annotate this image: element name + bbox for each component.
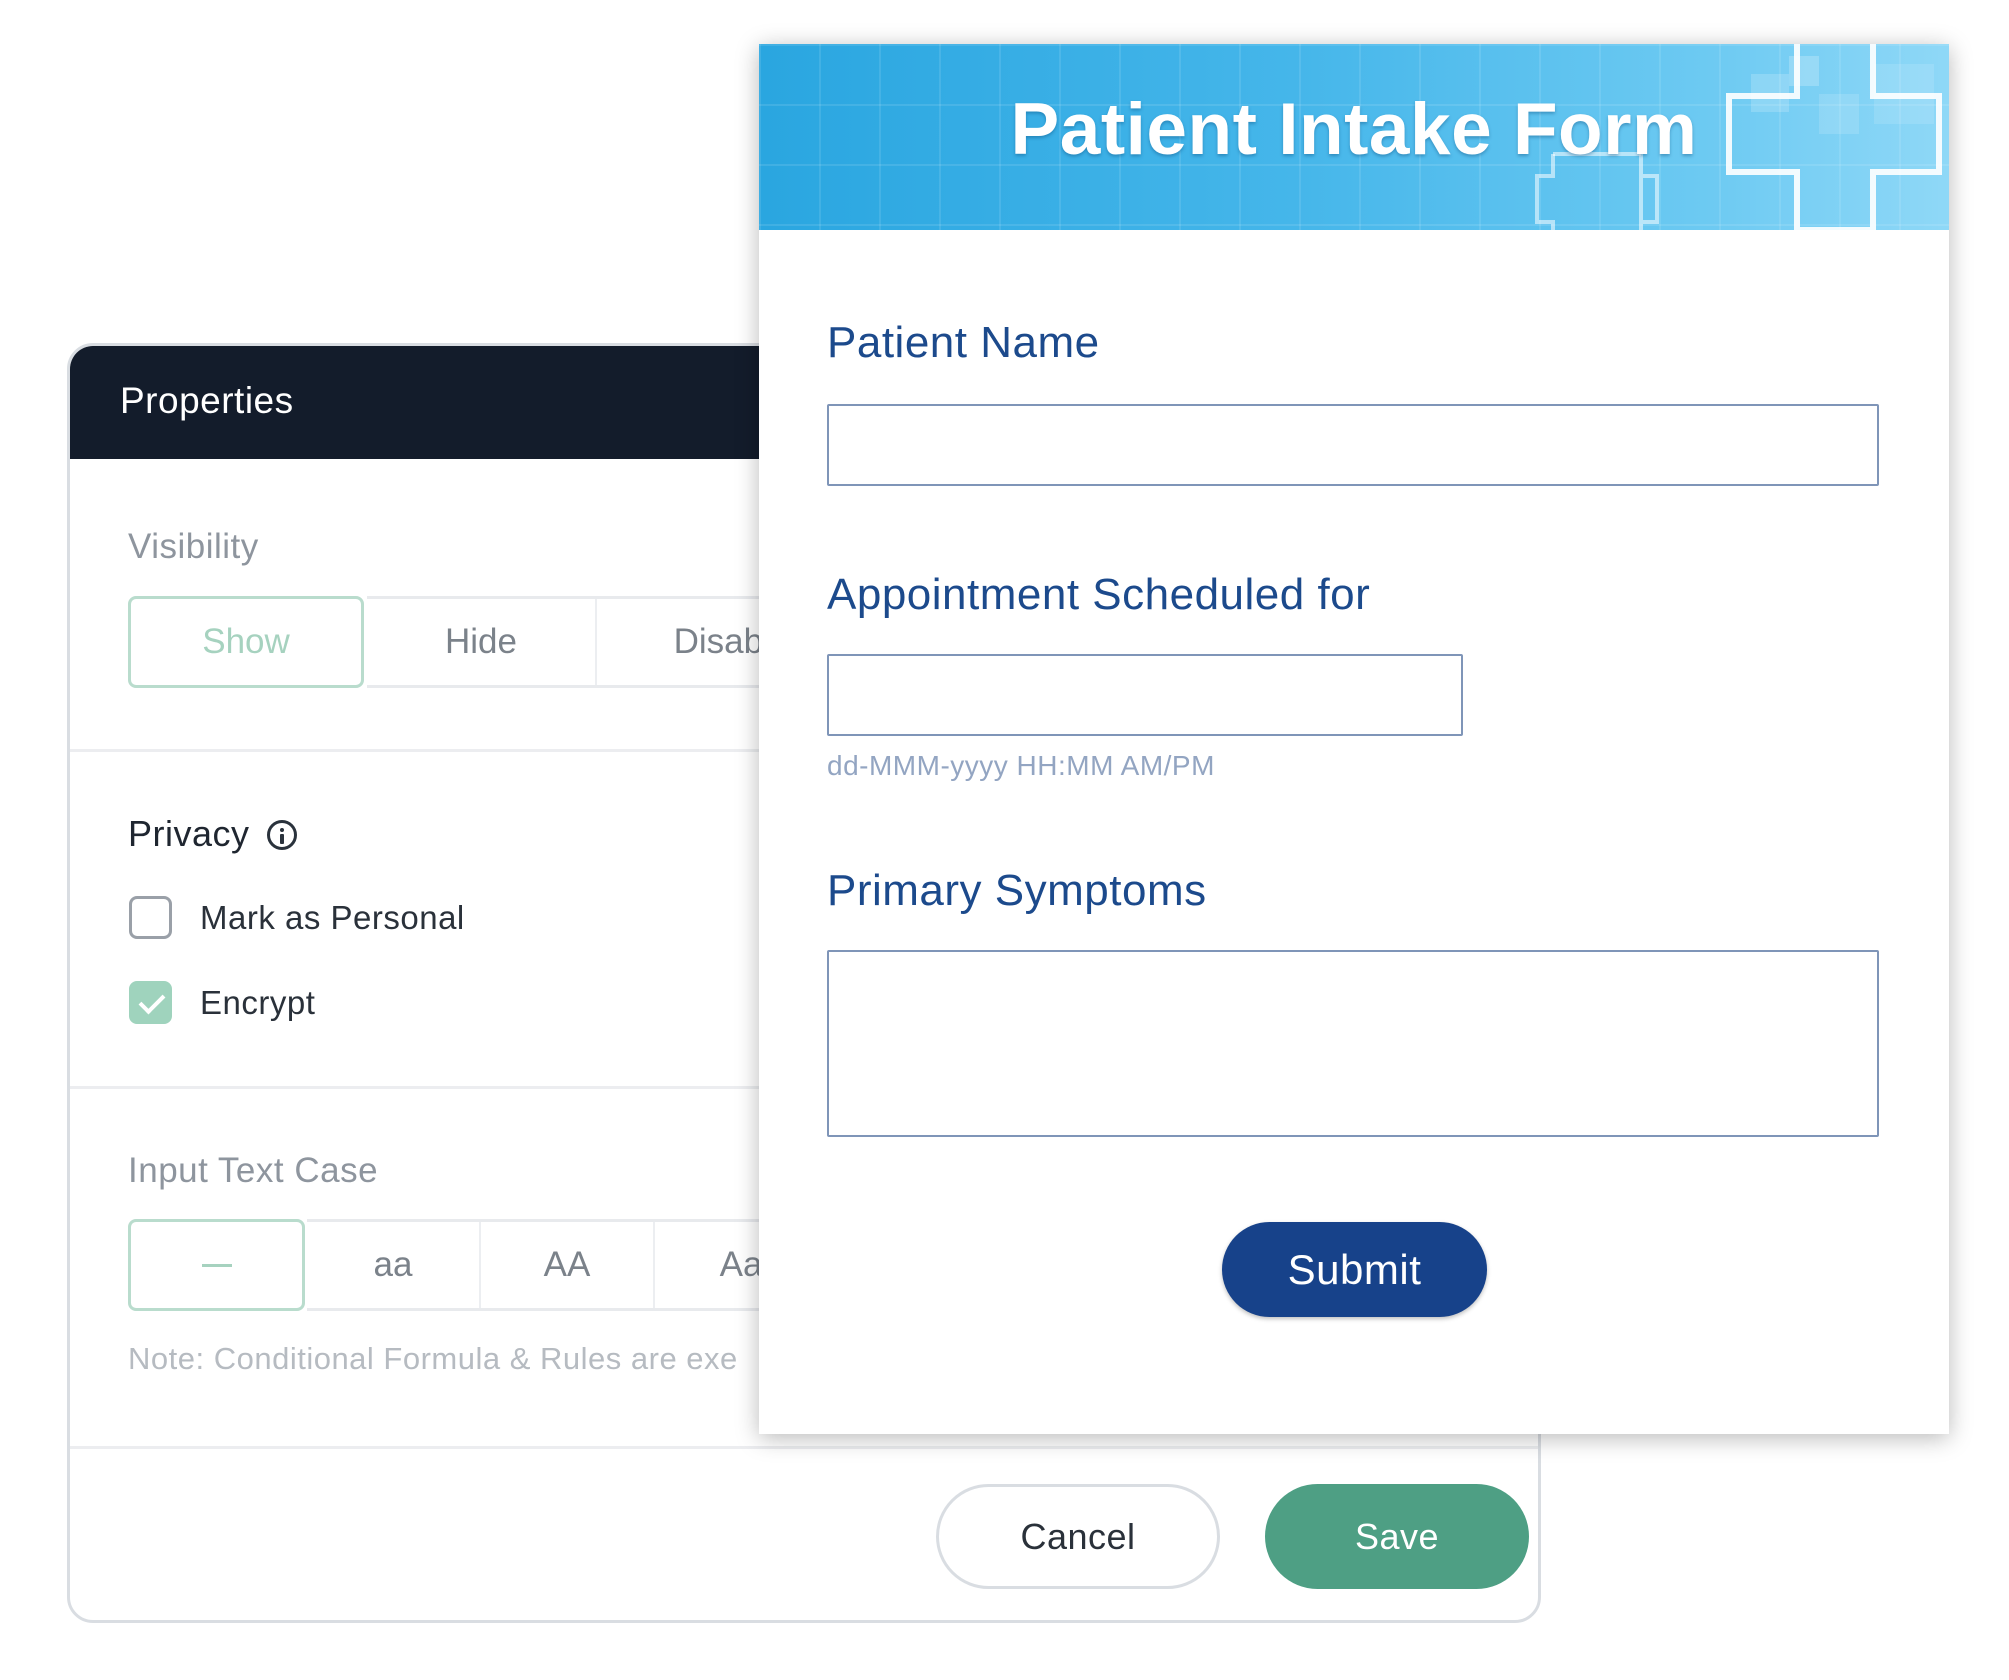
- text-case-option-none[interactable]: [128, 1219, 305, 1311]
- encrypt-checkbox[interactable]: [129, 981, 172, 1024]
- save-button[interactable]: Save: [1265, 1484, 1529, 1589]
- mark-as-personal-label[interactable]: Mark as Personal: [200, 899, 465, 937]
- primary-symptoms-label: Primary Symptoms: [827, 866, 1207, 915]
- dash-icon: [201, 1263, 232, 1267]
- form-banner: Patient Intake Form: [759, 44, 1949, 230]
- input-text-case-label: Input Text Case: [128, 1151, 379, 1190]
- section-divider: [70, 1446, 1538, 1449]
- visibility-option-hide[interactable]: Hide: [367, 596, 595, 688]
- appointment-label: Appointment Scheduled for: [827, 570, 1371, 619]
- patient-name-input[interactable]: [827, 404, 1879, 486]
- text-case-option-lower[interactable]: aa: [307, 1219, 479, 1311]
- mark-as-personal-checkbox[interactable]: [129, 896, 172, 939]
- patient-intake-form: Patient Intake Form Patient Name Appoint…: [759, 44, 1949, 1434]
- text-case-option-upper[interactable]: AA: [481, 1219, 653, 1311]
- patient-name-label: Patient Name: [827, 318, 1100, 367]
- appointment-datetime-input[interactable]: [827, 654, 1463, 736]
- primary-symptoms-textarea[interactable]: [827, 950, 1879, 1137]
- visibility-label: Visibility: [128, 527, 259, 566]
- encrypt-label[interactable]: Encrypt: [200, 984, 315, 1022]
- privacy-label: Privacy: [128, 813, 250, 854]
- appointment-format-hint: dd-MMM-yyyy HH:MM AM/PM: [827, 750, 1215, 781]
- conditional-note: Note: Conditional Formula & Rules are ex…: [128, 1341, 738, 1376]
- form-title: Patient Intake Form: [1010, 89, 1698, 170]
- info-icon[interactable]: [267, 820, 297, 850]
- properties-title: Properties: [120, 380, 294, 421]
- cancel-button[interactable]: Cancel: [936, 1484, 1220, 1589]
- submit-button[interactable]: Submit: [1222, 1222, 1487, 1317]
- visibility-option-show[interactable]: Show: [128, 596, 364, 688]
